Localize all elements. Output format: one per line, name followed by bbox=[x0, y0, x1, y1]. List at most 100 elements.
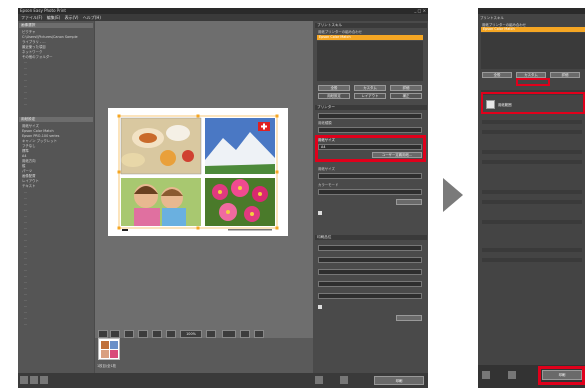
settings-button[interactable] bbox=[396, 199, 422, 205]
second-window: プリントスキル 用紙プリンターの組み合わせ Epson Color Match … bbox=[478, 8, 585, 388]
printer-icon[interactable] bbox=[508, 371, 516, 379]
view-button[interactable] bbox=[206, 330, 216, 338]
checkbox[interactable] bbox=[318, 211, 322, 215]
option-select[interactable] bbox=[318, 257, 422, 263]
list-item[interactable]: 用紙サイズ bbox=[22, 124, 39, 128]
rotate-right-button[interactable] bbox=[110, 330, 120, 338]
tree-text: ··· bbox=[24, 215, 28, 219]
list-item[interactable]: ライブラリ - ... bbox=[22, 40, 46, 44]
view-toggle-icon[interactable] bbox=[20, 376, 28, 384]
list-item[interactable]: ネットワーク bbox=[22, 50, 42, 54]
zoom-in-button[interactable] bbox=[152, 330, 162, 338]
list-item[interactable]: A4 bbox=[22, 154, 26, 158]
settings-button[interactable] bbox=[396, 315, 422, 321]
section-header[interactable]: 画像選択 bbox=[19, 23, 93, 28]
list-item[interactable]: ピクチャ bbox=[22, 30, 36, 34]
option-select[interactable] bbox=[318, 281, 422, 287]
setting-row[interactable] bbox=[482, 190, 582, 194]
setting-row[interactable] bbox=[482, 120, 582, 124]
checkbox[interactable] bbox=[318, 305, 322, 309]
gear-icon[interactable] bbox=[482, 371, 490, 379]
list-item[interactable]: 縦 bbox=[22, 164, 25, 168]
orientation-select[interactable] bbox=[318, 173, 422, 179]
setting-row[interactable] bbox=[482, 220, 582, 224]
tree-text: ··· bbox=[24, 227, 28, 231]
tab-general[interactable]: 全般 bbox=[482, 72, 512, 78]
zoom-out-button[interactable] bbox=[138, 330, 148, 338]
quality-select[interactable] bbox=[318, 245, 422, 251]
setting-row[interactable] bbox=[482, 150, 582, 154]
section-header[interactable]: 用紙設定 bbox=[19, 117, 93, 122]
tree-text: ··· bbox=[24, 239, 28, 243]
printer-select[interactable] bbox=[318, 113, 422, 119]
breakfast-photo bbox=[120, 117, 202, 175]
list-item[interactable]: 標準 bbox=[22, 149, 29, 153]
option-select[interactable] bbox=[318, 293, 422, 299]
menu-edit[interactable]: 編集(E) bbox=[47, 15, 61, 20]
list-item[interactable]: テキスト bbox=[22, 184, 35, 188]
menu-help[interactable]: ヘルプ(H) bbox=[83, 15, 101, 20]
list-item[interactable]: その他のフォルダー bbox=[22, 55, 53, 59]
section-header[interactable]: 印刷品位 bbox=[315, 235, 427, 240]
tab-custom[interactable]: カスタム bbox=[354, 85, 386, 91]
list-item[interactable]: 画像配置 bbox=[22, 174, 36, 178]
mountain-photo bbox=[205, 118, 275, 174]
list-item[interactable]: フチなし bbox=[22, 144, 36, 148]
menu-bar: ファイル(F) 編集(E) 表示(V) ヘルプ(H) bbox=[18, 14, 428, 21]
gear-icon[interactable] bbox=[315, 376, 323, 384]
crop-button[interactable] bbox=[124, 330, 134, 338]
thumb-photo bbox=[101, 341, 109, 349]
setting-row[interactable] bbox=[482, 248, 582, 252]
selected-list-item[interactable]: Epson Color Match bbox=[317, 35, 423, 40]
subtab-correction[interactable]: 補正 bbox=[390, 93, 422, 99]
setting-row[interactable] bbox=[482, 258, 582, 262]
thumbnail-label: 1枚目/全1枚 bbox=[97, 364, 117, 368]
highlight-box bbox=[538, 366, 585, 385]
list-icon[interactable] bbox=[40, 376, 48, 384]
rotate-left-button[interactable] bbox=[98, 330, 108, 338]
list-item[interactable]: Epson PRO-100 series bbox=[22, 134, 59, 138]
setting-row[interactable] bbox=[482, 160, 582, 164]
zoom-select[interactable]: 100% bbox=[180, 330, 202, 338]
tree-text: ··· bbox=[24, 299, 28, 303]
thumb-photo bbox=[110, 350, 118, 358]
list-item[interactable]: キャノン ブックレット bbox=[22, 139, 57, 143]
printer-icon[interactable] bbox=[340, 376, 348, 384]
tab-detail[interactable]: 詳細 bbox=[390, 85, 422, 91]
list-item[interactable]: 用紙プリンターの組み合わせ bbox=[318, 30, 362, 34]
list-item[interactable]: C:\Users\\Pictures\Canon Sample bbox=[22, 35, 78, 39]
fit-button[interactable] bbox=[166, 330, 176, 338]
prev-page-button[interactable] bbox=[240, 330, 250, 338]
setting-row[interactable] bbox=[482, 200, 582, 204]
menu-view[interactable]: 表示(V) bbox=[65, 15, 79, 20]
section-header[interactable]: プリンター bbox=[315, 105, 427, 110]
next-page-button[interactable] bbox=[254, 330, 264, 338]
menu-file[interactable]: ファイル(F) bbox=[21, 15, 42, 20]
color-mode-select[interactable] bbox=[318, 189, 422, 195]
tree-text: ··· bbox=[24, 103, 28, 107]
page-button[interactable] bbox=[222, 330, 236, 338]
flowers-photo bbox=[205, 178, 275, 226]
page-thumbnail[interactable] bbox=[98, 338, 120, 360]
children-photo bbox=[121, 178, 201, 226]
tab-detail[interactable]: 詳細 bbox=[550, 72, 580, 78]
selected-list-item[interactable]: Epson Color Match bbox=[481, 27, 585, 32]
list-item[interactable]: パーツ bbox=[22, 169, 32, 173]
media-type-select[interactable] bbox=[318, 127, 422, 133]
list-item[interactable]: 用紙方向 bbox=[22, 159, 36, 163]
subtab-paper[interactable]: 用紙設定 bbox=[318, 93, 350, 99]
tree-text: ··· bbox=[24, 311, 28, 315]
list-item[interactable]: Epson Color Match bbox=[22, 129, 54, 133]
tab-general[interactable]: 全般 bbox=[318, 85, 350, 91]
grid-icon[interactable] bbox=[30, 376, 38, 384]
option-select[interactable] bbox=[318, 269, 422, 275]
print-button[interactable]: 印刷 bbox=[374, 376, 424, 385]
arrow-right-icon bbox=[443, 178, 463, 212]
setting-row[interactable] bbox=[482, 130, 582, 134]
tree-text: ··· bbox=[24, 323, 28, 327]
list-item[interactable]: レイアウト bbox=[22, 179, 39, 183]
tree-text: ··· bbox=[24, 91, 28, 95]
subtab-layout[interactable]: レイアウト bbox=[354, 93, 386, 99]
field-label: 用紙サイズ bbox=[318, 167, 335, 171]
list-item[interactable]: 最近使った項目 bbox=[22, 45, 46, 49]
